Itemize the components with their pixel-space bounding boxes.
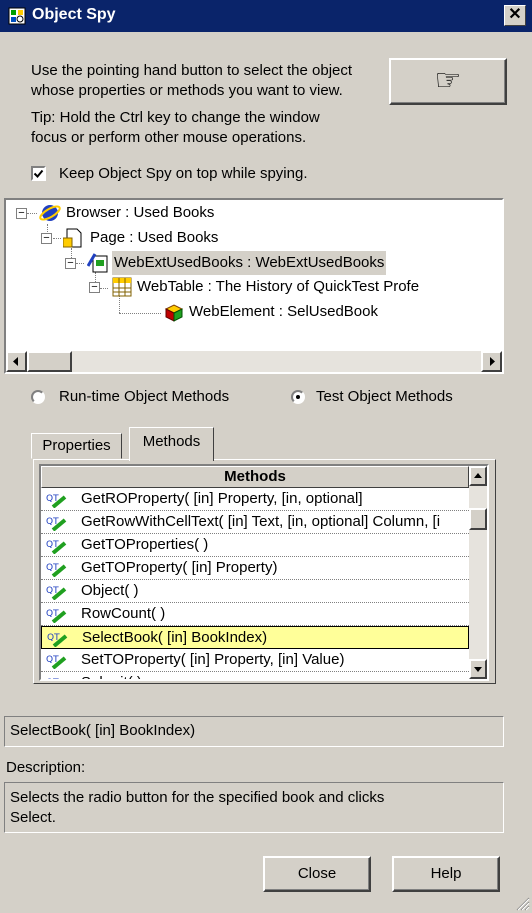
method-row[interactable]: QT RowCount( ) — [41, 603, 469, 626]
window-title: Object Spy — [32, 6, 116, 23]
arrow-up-icon — [474, 473, 482, 478]
tree-item-webext[interactable]: WebExtUsedBooks : WebExtUsedBooks — [112, 251, 387, 275]
tree-item-webtable[interactable]: WebTable : The History of QuickTest Prof… — [137, 275, 419, 299]
method-label: SelectBook( [in] BookIndex) — [82, 629, 268, 646]
scroll-left-button[interactable] — [6, 351, 27, 372]
pointing-hand-icon: ☞ — [434, 63, 462, 98]
method-row[interactable]: QT GetTOProperties( ) — [41, 534, 469, 557]
close-button[interactable]: Close — [263, 856, 371, 892]
tree-item-webelement[interactable]: WebElement : SelUsedBook — [189, 300, 378, 324]
selected-signature-box: SelectBook( [in] BookIndex) — [4, 716, 504, 747]
description-box: Selects the radio button for the specifi… — [4, 782, 504, 833]
method-label: GetTOProperties( ) — [81, 536, 209, 553]
description-label: Description: — [6, 759, 86, 776]
method-label: SetTOProperty( [in] Property, [in] Value… — [81, 651, 345, 668]
title-bar: Object Spy ✕ — [0, 0, 532, 32]
scroll-down-button[interactable] — [469, 659, 487, 679]
arrow-down-icon — [474, 667, 482, 672]
scroll-up-button[interactable] — [469, 466, 487, 486]
page-icon — [63, 228, 82, 248]
method-label: GetROProperty( [in] Property, [in, optio… — [81, 490, 363, 507]
method-row[interactable]: QT SetTOProperty( [in] Property, [in] Va… — [41, 649, 469, 672]
tree-connector — [53, 238, 61, 239]
object-spy-icon — [8, 7, 26, 25]
svg-text:QT: QT — [46, 678, 59, 681]
method-label: RowCount( ) — [81, 605, 166, 622]
test-methods-radio[interactable] — [291, 390, 305, 404]
method-row-selected[interactable]: QT SelectBook( [in] BookIndex) — [41, 626, 469, 649]
tree-item-page[interactable]: Page : Used Books — [90, 226, 218, 250]
qt-method-icon: QT — [46, 586, 67, 600]
method-row[interactable]: QT GetROProperty( [in] Property, [in, op… — [41, 488, 469, 511]
description-line-2: Select. — [10, 809, 56, 826]
instruction-line-2: whose properties or methods you want to … — [31, 82, 343, 99]
qt-method-icon: QT — [46, 540, 67, 554]
web-ext-icon — [87, 253, 108, 273]
collapse-toggle-icon[interactable]: − — [65, 258, 76, 269]
qt-method-icon: QT — [46, 494, 67, 508]
tree-item-browser[interactable]: Browser : Used Books — [66, 201, 214, 225]
description-line-1: Selects the radio button for the specifi… — [10, 789, 385, 806]
tree-connector — [119, 296, 120, 313]
method-row[interactable]: QT Submit( ) — [41, 672, 469, 681]
browser-icon — [39, 205, 61, 221]
method-row[interactable]: QT GetRowWithCellText( [in] Text, [in, o… — [41, 511, 469, 534]
web-table-icon — [112, 277, 132, 297]
runtime-methods-radio[interactable] — [31, 390, 45, 404]
methods-vertical-scrollbar[interactable] — [469, 466, 487, 679]
methods-list[interactable]: Methods QT GetROProperty( [in] Property,… — [39, 464, 489, 681]
methods-tab-panel: Methods QT GetROProperty( [in] Property,… — [33, 459, 496, 684]
test-methods-label[interactable]: Test Object Methods — [316, 386, 453, 407]
tree-connector — [27, 213, 37, 214]
qt-method-icon: QT — [46, 563, 67, 577]
collapse-toggle-icon[interactable]: − — [16, 208, 27, 219]
qt-method-icon: QT — [46, 609, 67, 623]
tab-properties[interactable]: Properties — [31, 433, 122, 459]
radio-dot — [296, 395, 300, 399]
arrow-right-icon — [490, 357, 495, 366]
tree-horizontal-scrollbar[interactable] — [6, 351, 502, 372]
method-label: Submit( ) — [81, 672, 142, 679]
instruction-line-1: Use the pointing hand button to select t… — [31, 62, 353, 79]
help-button[interactable]: Help — [392, 856, 500, 892]
selected-signature-text: SelectBook( [in] BookIndex) — [10, 722, 196, 739]
tab-methods[interactable]: Methods — [129, 427, 214, 461]
tip-line-2: focus or perform other mouse operations. — [31, 129, 307, 146]
tree-connector — [100, 288, 108, 289]
scroll-right-button[interactable] — [481, 351, 502, 372]
tip-line-1: Tip: Hold the Ctrl key to change the win… — [31, 109, 320, 126]
runtime-methods-label[interactable]: Run-time Object Methods — [59, 386, 229, 407]
tree-connector — [76, 263, 84, 264]
qt-method-icon: QT — [47, 633, 68, 647]
collapse-toggle-icon[interactable]: − — [41, 233, 52, 244]
keep-on-top-label[interactable]: Keep Object Spy on top while spying. — [59, 163, 307, 184]
checkmark-icon — [33, 169, 44, 178]
qt-method-icon: QT — [46, 678, 59, 681]
arrow-left-icon — [13, 357, 18, 366]
pointing-hand-button[interactable]: ☞ — [389, 58, 507, 105]
collapse-toggle-icon[interactable]: − — [89, 282, 100, 293]
method-row[interactable]: QT GetTOProperty( [in] Property) — [41, 557, 469, 580]
method-label: GetTOProperty( [in] Property) — [81, 559, 278, 576]
scroll-thumb[interactable] — [27, 351, 72, 372]
methods-column-header[interactable]: Methods — [41, 466, 469, 488]
keep-on-top-checkbox[interactable] — [31, 166, 46, 181]
qt-method-icon: QT — [46, 655, 67, 669]
object-spy-window: Object Spy ✕ Use the pointing hand butto… — [0, 0, 532, 913]
resize-grip-icon[interactable] — [516, 897, 530, 911]
method-row[interactable]: QT Object( ) — [41, 580, 469, 603]
web-element-icon — [164, 304, 184, 322]
scroll-thumb[interactable] — [469, 508, 487, 530]
object-tree[interactable]: − Browser : Used Books − Page : Used Boo… — [4, 198, 504, 374]
close-window-button[interactable]: ✕ — [504, 5, 526, 26]
method-label: GetRowWithCellText( [in] Text, [in, opti… — [81, 513, 441, 530]
method-label: Object( ) — [81, 582, 139, 599]
qt-method-icon: QT — [46, 517, 67, 531]
tree-connector — [119, 313, 161, 314]
